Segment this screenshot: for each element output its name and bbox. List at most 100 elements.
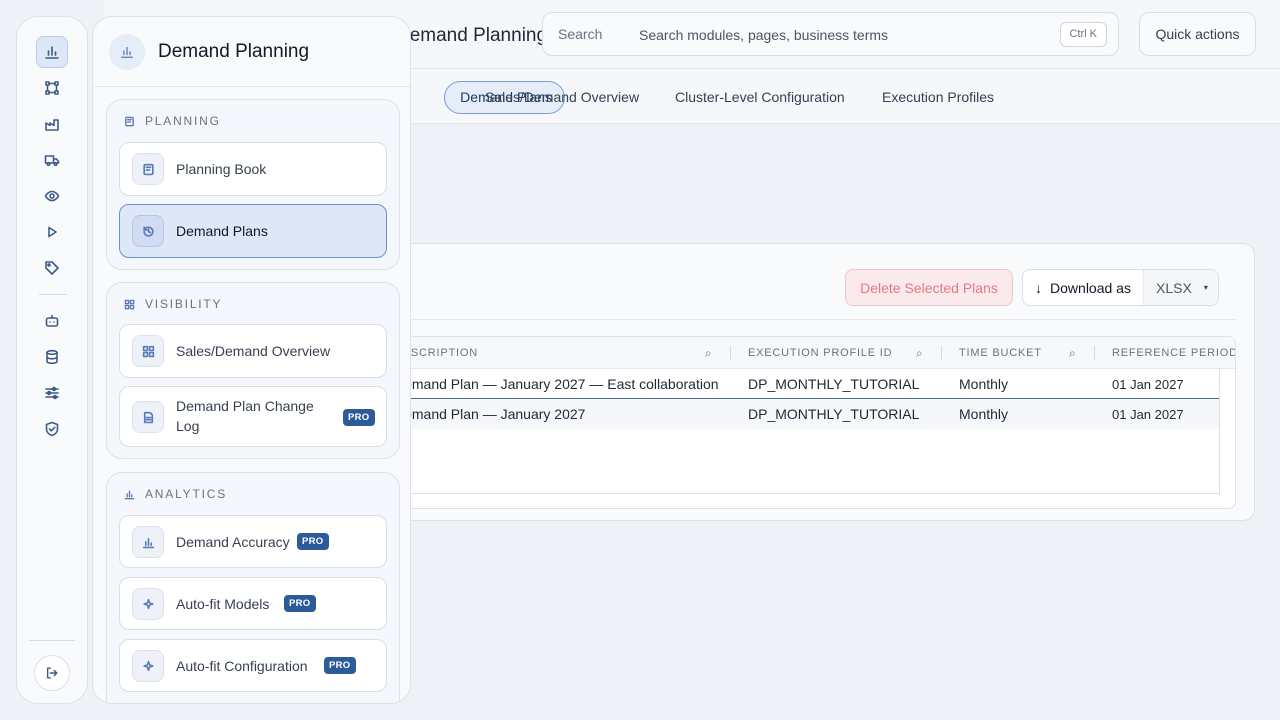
quick-actions-button[interactable]: Quick actions <box>1139 12 1256 56</box>
caret-down-icon: ▾ <box>1203 283 1208 292</box>
icon-rail <box>16 16 88 704</box>
column-header-reference-period[interactable]: REFERENCE PERIOD <box>1112 347 1235 359</box>
demand-planning-flyout: Demand Planning PLANNING Planning Book D… <box>92 16 411 704</box>
menu-item-label: Demand Accuracy <box>176 534 290 550</box>
download-group: ↓ Download as XLSX ▾ <box>1022 269 1219 306</box>
section-header: PLANNING <box>124 114 221 128</box>
menu-item-label-line2: Log <box>176 418 200 434</box>
cell-time-bucket: Monthly <box>959 406 1009 422</box>
rail-demand-planning[interactable] <box>36 36 68 68</box>
filter-icon[interactable]: ⌕ <box>1069 346 1076 361</box>
sliders-icon <box>45 386 59 400</box>
search-input[interactable]: Search modules, pages, business terms <box>639 27 888 43</box>
section-planning: PLANNING Planning Book Demand Plans <box>106 99 400 270</box>
database-icon <box>46 349 58 365</box>
grid-icon <box>132 335 164 367</box>
cell-reference-period: 01 Jan 2027 <box>1112 377 1184 392</box>
section-label: ANALYTICS <box>145 487 227 501</box>
section-header: VISIBILITY <box>124 297 222 311</box>
menu-item-sales-demand-overview[interactable]: Sales/Demand Overview <box>119 324 387 378</box>
section-label: VISIBILITY <box>145 297 223 311</box>
bar-chart-icon <box>45 46 59 59</box>
tab-sales-demand-overview[interactable]: Sales/Demand Overview <box>485 81 639 114</box>
table-row[interactable]: Demand Plan — January 2027 — East collab… <box>302 369 1219 399</box>
column-header-execution-profile-id[interactable]: EXECUTION PROFILE ID <box>748 347 892 359</box>
demand-plans-table: DESCRIPTION ⌕ EXECUTION PROFILE ID ⌕ TIM… <box>301 336 1236 509</box>
cell-reference-period: 01 Jan 2027 <box>1112 407 1184 422</box>
rail-pricing[interactable] <box>36 252 68 284</box>
pro-badge: PRO <box>284 595 316 612</box>
cell-description: Demand Plan — January 2027 — East collab… <box>394 376 719 392</box>
horizontal-scrollbar[interactable] <box>302 493 1220 494</box>
column-resizer[interactable] <box>730 346 731 360</box>
menu-item-label: Auto-fit Models <box>176 596 270 612</box>
column-header-time-bucket[interactable]: TIME BUCKET <box>959 347 1042 359</box>
demand-plans-card: Delete Selected Plans ↓ Download as XLSX… <box>300 243 1255 521</box>
menu-item-auto-fit-models[interactable]: Auto-fit Models PRO <box>119 577 387 630</box>
divider <box>29 640 75 641</box>
rail-logistics[interactable] <box>36 144 68 176</box>
page-title: Demand Planning <box>396 25 548 46</box>
rail-assistant[interactable] <box>36 305 68 337</box>
rail-data[interactable] <box>36 341 68 373</box>
table-row[interactable]: Demand Plan — January 2027 DP_MONTHLY_TU… <box>302 399 1219 429</box>
column-resizer[interactable] <box>1094 346 1095 360</box>
vertical-scrollbar[interactable] <box>1219 369 1220 494</box>
truck-icon <box>44 155 60 167</box>
eye-icon <box>44 190 60 202</box>
file-text-icon <box>132 401 164 433</box>
tab-execution-profiles[interactable]: Execution Profiles <box>882 81 994 114</box>
delete-selected-plans-button[interactable]: Delete Selected Plans <box>845 269 1013 306</box>
menu-item-planning-book[interactable]: Planning Book <box>119 142 387 196</box>
section-analytics: ANALYTICS Demand Accuracy PRO Auto-fit M… <box>106 472 400 703</box>
bar-chart-icon <box>124 489 135 500</box>
cell-execution-profile-id: DP_MONTHLY_TUTORIAL <box>748 406 920 422</box>
global-search-bar[interactable]: Search Search modules, pages, business t… <box>542 12 1119 56</box>
menu-item-label: Sales/Demand Overview <box>176 343 331 359</box>
cell-description: Demand Plan — January 2027 <box>394 406 586 422</box>
cell-time-bucket: Monthly <box>959 376 1009 392</box>
logout-icon <box>46 667 58 679</box>
pro-badge: PRO <box>343 409 375 426</box>
rail-visibility[interactable] <box>36 180 68 212</box>
tab-cluster-level-configuration[interactable]: Cluster-Level Configuration <box>675 81 845 114</box>
menu-item-demand-plan-change-log[interactable]: Demand Plan Change Log PRO <box>119 386 387 447</box>
tag-icon <box>45 261 59 275</box>
filter-icon[interactable]: ⌕ <box>705 346 712 361</box>
sparkles-icon <box>132 588 164 620</box>
download-label: Download as <box>1050 279 1131 296</box>
flyout-header: Demand Planning <box>93 17 410 87</box>
download-arrow-icon: ↓ <box>1035 279 1043 296</box>
rail-factory[interactable] <box>36 108 68 140</box>
menu-item-label: Planning Book <box>176 161 267 177</box>
menu-item-demand-plans[interactable]: Demand Plans <box>119 204 387 258</box>
menu-item-auto-fit-configuration[interactable]: Auto-fit Configuration PRO <box>119 639 387 692</box>
flyout-title: Demand Planning <box>158 41 310 62</box>
workflow-icon <box>45 81 59 95</box>
section-header: ANALYTICS <box>124 487 227 501</box>
rail-workflow[interactable] <box>36 72 68 104</box>
format-select[interactable]: XLSX ▾ <box>1144 270 1218 305</box>
search-label: Search <box>558 26 603 42</box>
rail-execution[interactable] <box>36 216 68 248</box>
search-shortcut-badge: Ctrl K <box>1059 22 1107 47</box>
book-icon <box>132 153 164 185</box>
cell-execution-profile-id: DP_MONTHLY_TUTORIAL <box>748 376 920 392</box>
shield-check-icon <box>45 421 59 437</box>
divider <box>39 294 67 295</box>
column-resizer[interactable] <box>941 346 942 360</box>
menu-item-label: Auto-fit Configuration <box>176 658 308 674</box>
play-icon <box>48 226 57 238</box>
logout-button[interactable] <box>34 655 70 691</box>
history-icon <box>132 215 164 247</box>
filter-icon[interactable]: ⌕ <box>916 346 923 361</box>
menu-item-demand-accuracy[interactable]: Demand Accuracy PRO <box>119 515 387 568</box>
sparkles-icon <box>132 650 164 682</box>
bar-chart-icon <box>132 526 164 558</box>
rail-security[interactable] <box>36 413 68 445</box>
rail-settings[interactable] <box>36 377 68 409</box>
pro-badge: PRO <box>297 533 329 550</box>
menu-item-label: Demand Plans <box>176 223 268 239</box>
bot-icon <box>45 314 59 327</box>
download-button[interactable]: ↓ Download as <box>1023 270 1144 305</box>
